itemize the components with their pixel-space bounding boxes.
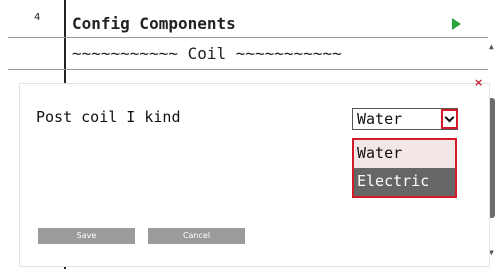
line-number: 4 (34, 12, 41, 23)
cancel-button[interactable]: Cancel (148, 228, 245, 244)
scroll-up-icon[interactable]: ▲ (489, 42, 494, 51)
post-coil-kind-select[interactable]: Water (352, 108, 458, 130)
chevron-down-icon[interactable] (441, 109, 458, 129)
code-line-config-components[interactable]: Config Components (72, 14, 236, 33)
editor-scrollbar[interactable]: ▲ ▼ (488, 38, 495, 264)
scrollbar-thumb[interactable] (488, 98, 495, 218)
code-line-coil-header[interactable]: ~~~~~~~~~~~ Coil ~~~~~~~~~~~ (72, 44, 342, 63)
row-divider (8, 37, 488, 38)
dropdown-option-water[interactable]: Water (354, 140, 455, 168)
play-icon[interactable] (452, 18, 461, 30)
scroll-down-icon[interactable]: ▼ (489, 248, 494, 257)
dropdown-option-electric[interactable]: Electric (354, 168, 455, 196)
row-divider (8, 69, 488, 70)
save-button[interactable]: Save (38, 228, 135, 244)
select-current-value: Water (357, 110, 403, 128)
post-coil-kind-label: Post coil I kind (36, 108, 181, 126)
kind-dropdown-list: Water Electric (352, 138, 457, 198)
close-icon[interactable]: × (474, 76, 483, 89)
